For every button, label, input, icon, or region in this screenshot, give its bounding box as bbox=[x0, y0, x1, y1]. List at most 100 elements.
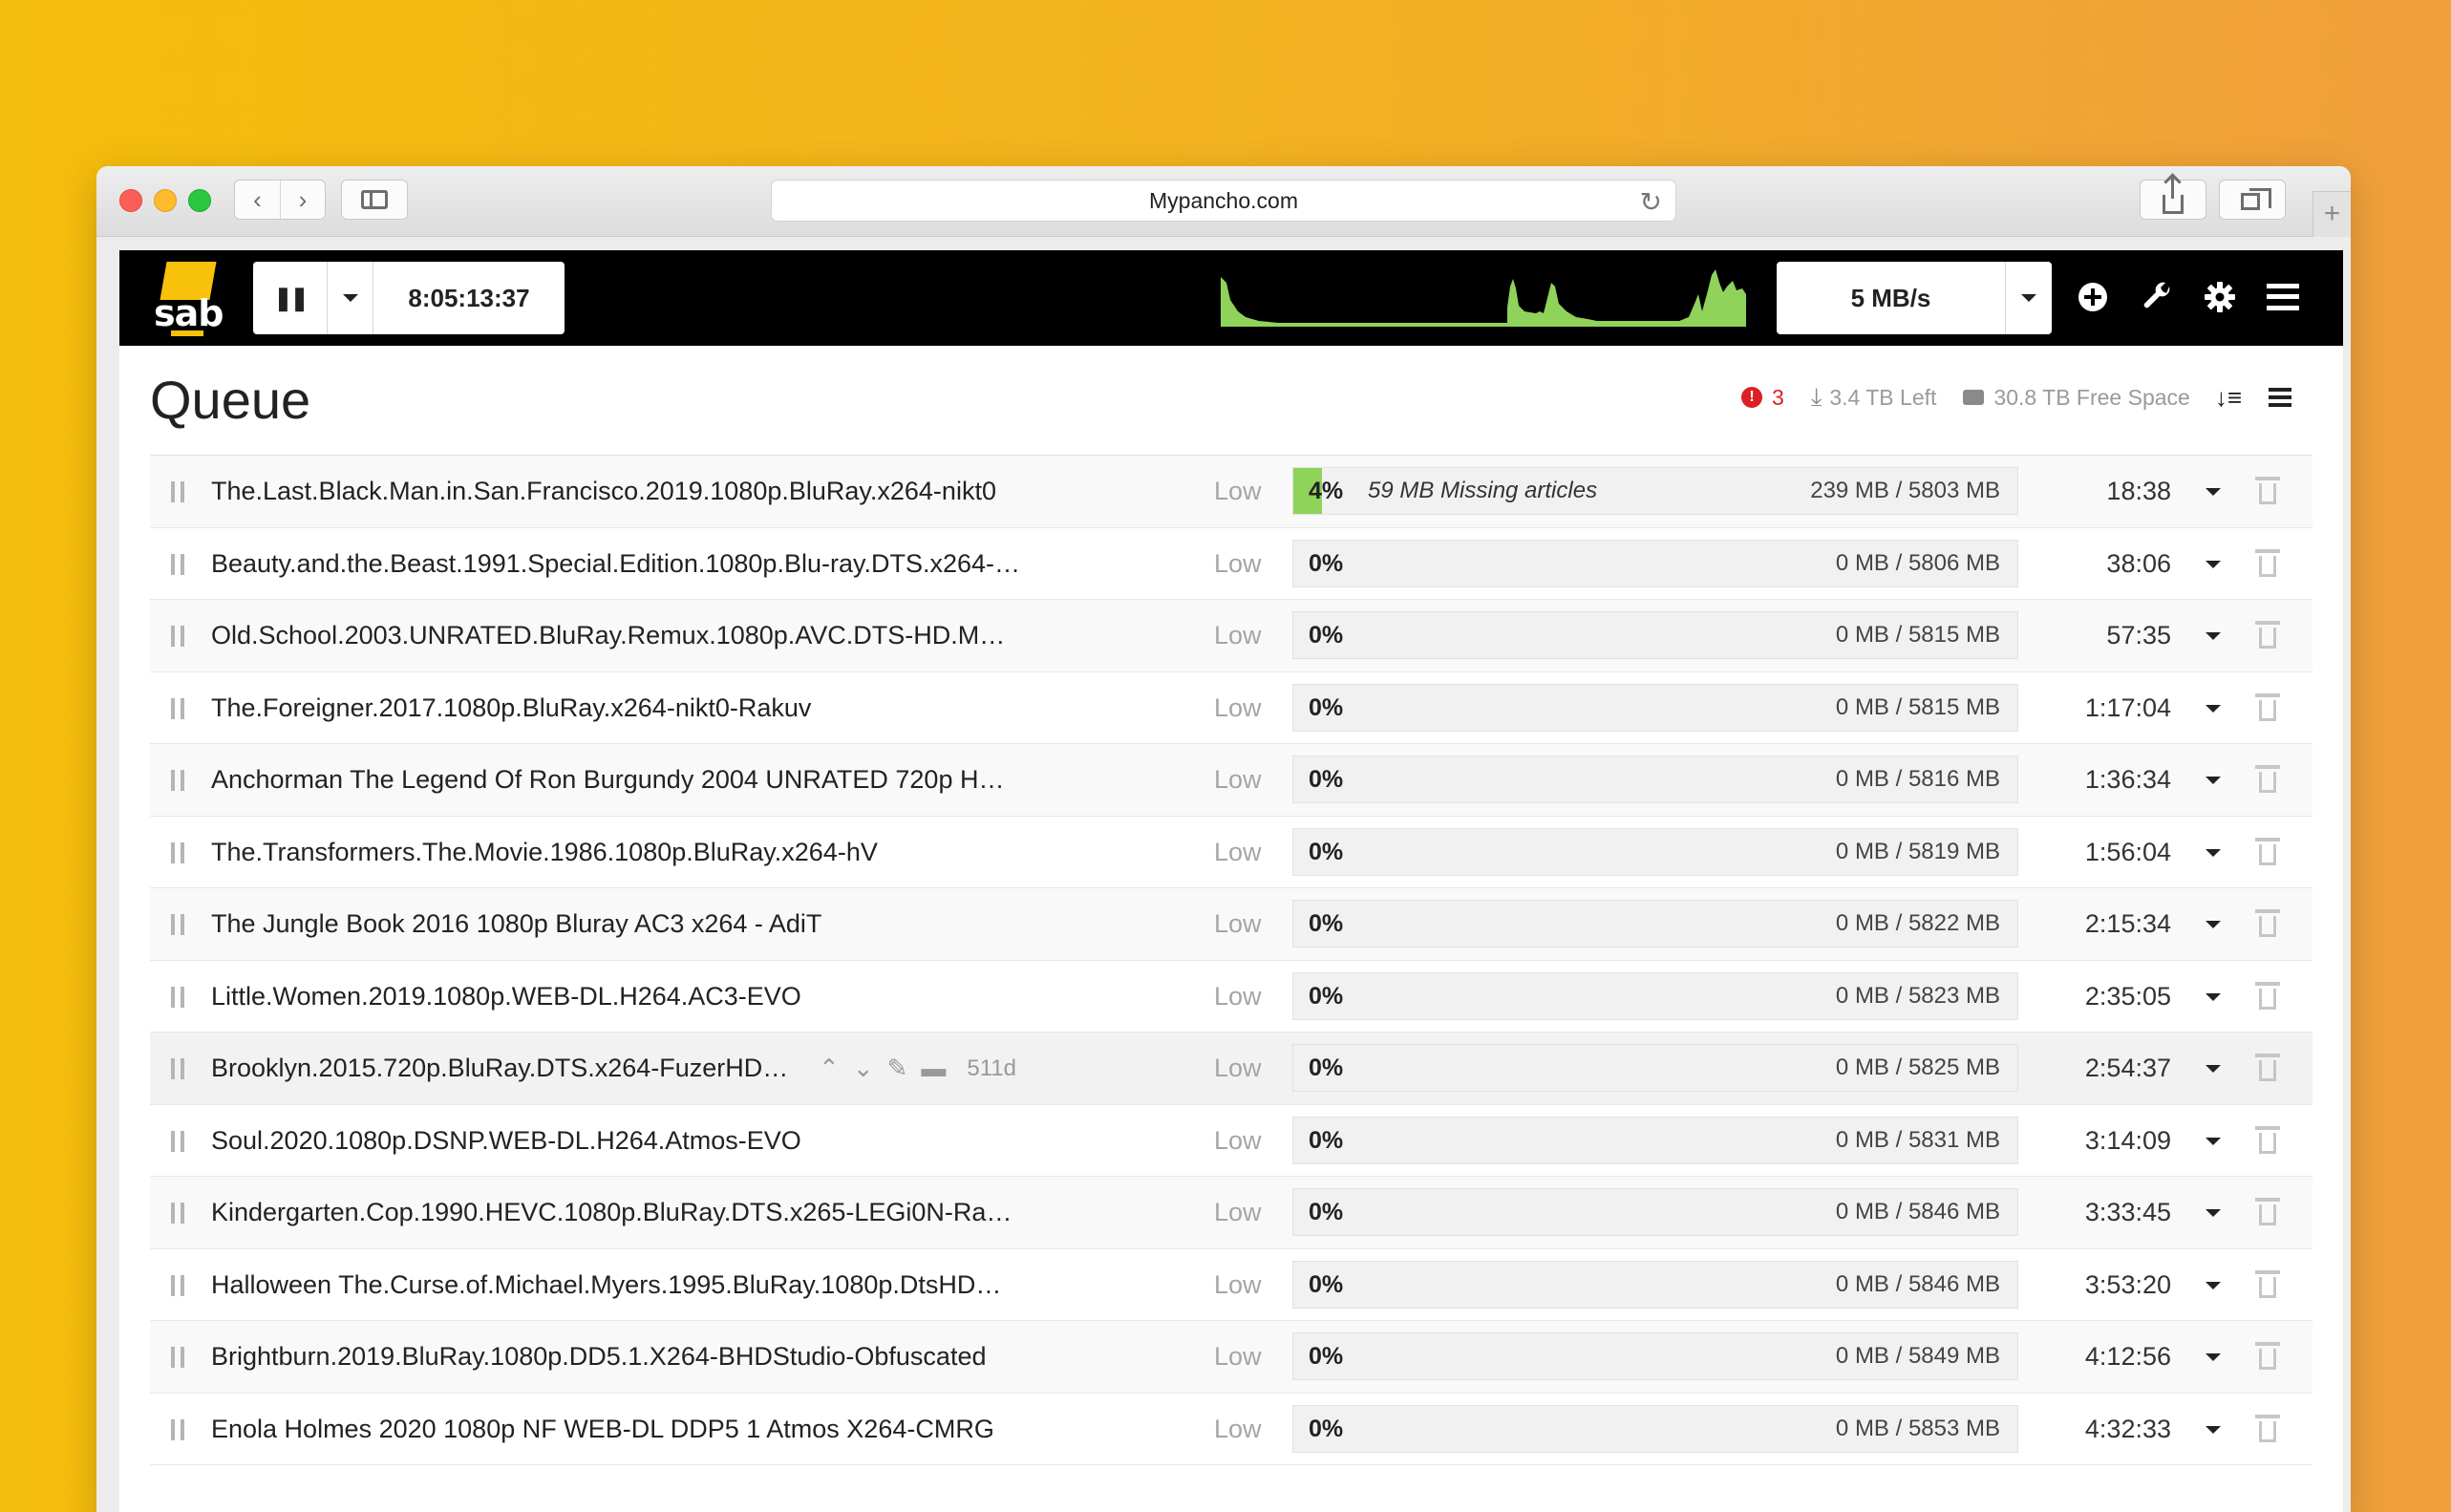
table-row[interactable]: Soul.2020.1080p.DSNP.WEB-DL.H264.Atmos-E… bbox=[150, 1104, 2312, 1177]
config-button[interactable] bbox=[2196, 273, 2244, 321]
drag-handle-icon[interactable] bbox=[171, 1418, 184, 1440]
job-name[interactable]: The Jungle Book 2016 1080p Bluray AC3 x2… bbox=[211, 888, 821, 960]
priority-label[interactable]: Low bbox=[1214, 888, 1262, 960]
priority-label[interactable]: Low bbox=[1214, 1105, 1262, 1177]
priority-label[interactable]: Low bbox=[1214, 1177, 1262, 1248]
drag-handle-icon[interactable] bbox=[171, 626, 184, 647]
trash-icon[interactable] bbox=[2255, 1198, 2280, 1225]
job-name[interactable]: Brightburn.2019.BluRay.1080p.DD5.1.X264-… bbox=[211, 1321, 986, 1393]
minimize-window-button[interactable] bbox=[154, 189, 177, 212]
status-button[interactable] bbox=[2133, 273, 2181, 321]
add-nzb-button[interactable] bbox=[2069, 273, 2117, 321]
table-row[interactable]: Old.School.2003.UNRATED.BluRay.Remux.108… bbox=[150, 600, 2312, 672]
drag-handle-icon[interactable] bbox=[171, 1347, 184, 1368]
trash-icon[interactable] bbox=[2255, 692, 2280, 721]
sort-icon[interactable]: ↓≡ bbox=[2215, 383, 2242, 413]
chevron-down-icon[interactable] bbox=[2206, 1065, 2221, 1073]
zoom-window-button[interactable] bbox=[188, 189, 211, 212]
priority-label[interactable]: Low bbox=[1214, 817, 1262, 888]
trash-icon[interactable] bbox=[2255, 1342, 2280, 1370]
drag-handle-icon[interactable] bbox=[171, 1130, 184, 1152]
warnings-indicator[interactable]: ! 3 bbox=[1741, 385, 1784, 411]
reload-icon[interactable]: ↻ bbox=[1640, 186, 1662, 218]
drag-handle-icon[interactable] bbox=[171, 553, 184, 575]
job-name[interactable]: Soul.2020.1080p.DSNP.WEB-DL.H264.Atmos-E… bbox=[211, 1105, 801, 1177]
priority-label[interactable]: Low bbox=[1214, 672, 1262, 744]
tab-overview-button[interactable] bbox=[2219, 180, 2286, 220]
chevron-down-icon[interactable] bbox=[2206, 1137, 2221, 1145]
priority-label[interactable]: Low bbox=[1214, 456, 1262, 527]
job-name[interactable]: Brooklyn.2015.720p.BluRay.DTS.x264-Fuzer… bbox=[211, 1033, 788, 1104]
chevron-down-icon[interactable] bbox=[2206, 704, 2221, 713]
table-row[interactable]: The Jungle Book 2016 1080p Bluray AC3 x2… bbox=[150, 888, 2312, 961]
priority-label[interactable]: Low bbox=[1214, 1394, 1262, 1465]
pause-duration-dropdown[interactable] bbox=[328, 262, 373, 334]
main-menu-button[interactable] bbox=[2259, 273, 2307, 321]
speed-limit-input[interactable]: 5 MB/s bbox=[1777, 262, 2006, 334]
chevron-down-icon[interactable] bbox=[2206, 632, 2221, 640]
job-name[interactable]: Kindergarten.Cop.1990.HEVC.1080p.BluRay.… bbox=[211, 1177, 1012, 1248]
job-name[interactable]: The.Last.Black.Man.in.San.Francisco.2019… bbox=[211, 456, 996, 527]
trash-icon[interactable] bbox=[2255, 477, 2280, 504]
job-name[interactable]: Beauty.and.the.Beast.1991.Special.Editio… bbox=[211, 528, 1020, 600]
table-row[interactable]: Halloween The.Curse.of.Michael.Myers.199… bbox=[150, 1248, 2312, 1321]
move-up-icon[interactable]: ⌃ bbox=[819, 1033, 840, 1104]
priority-label[interactable]: Low bbox=[1214, 1033, 1262, 1104]
edit-icon[interactable]: ✎ bbox=[887, 1033, 908, 1104]
new-tab-button[interactable]: + bbox=[2312, 191, 2351, 237]
trash-icon[interactable] bbox=[2255, 621, 2280, 649]
trash-icon[interactable] bbox=[2255, 909, 2280, 937]
speed-limit-dropdown[interactable] bbox=[2006, 262, 2052, 334]
priority-label[interactable]: Low bbox=[1214, 1249, 1262, 1321]
job-name[interactable]: The.Transformers.The.Movie.1986.1080p.Bl… bbox=[211, 817, 878, 888]
trash-icon[interactable] bbox=[2255, 837, 2280, 865]
drag-handle-icon[interactable] bbox=[171, 481, 184, 502]
chevron-down-icon[interactable] bbox=[2206, 992, 2221, 1001]
job-name[interactable]: Little.Women.2019.1080p.WEB-DL.H264.AC3-… bbox=[211, 961, 801, 1033]
trash-icon[interactable] bbox=[2255, 765, 2280, 793]
table-row[interactable]: The.Transformers.The.Movie.1986.1080p.Bl… bbox=[150, 816, 2312, 888]
chevron-down-icon[interactable] bbox=[2206, 777, 2221, 784]
chevron-down-icon[interactable] bbox=[2206, 1353, 2221, 1361]
chevron-down-icon[interactable] bbox=[2206, 1209, 2221, 1217]
share-button[interactable] bbox=[2140, 176, 2206, 220]
table-row[interactable]: The.Foreigner.2017.1080p.BluRay.x264-nik… bbox=[150, 671, 2312, 744]
chevron-down-icon[interactable] bbox=[2206, 488, 2221, 496]
chevron-down-icon[interactable] bbox=[2206, 1281, 2221, 1289]
job-name[interactable]: The.Foreigner.2017.1080p.BluRay.x264-nik… bbox=[211, 672, 811, 744]
job-name[interactable]: Anchorman The Legend Of Ron Burgundy 200… bbox=[211, 744, 1004, 816]
chevron-down-icon[interactable] bbox=[2206, 921, 2221, 928]
job-name[interactable]: Halloween The.Curse.of.Michael.Myers.199… bbox=[211, 1249, 1001, 1321]
chevron-down-icon[interactable] bbox=[2206, 560, 2221, 568]
table-row[interactable]: Anchorman The Legend Of Ron Burgundy 200… bbox=[150, 744, 2312, 817]
drag-handle-icon[interactable] bbox=[171, 914, 184, 935]
trash-icon[interactable] bbox=[2255, 548, 2280, 577]
job-name[interactable]: Enola Holmes 2020 1080p NF WEB-DL DDP5 1… bbox=[211, 1394, 994, 1465]
table-row[interactable]: Enola Holmes 2020 1080p NF WEB-DL DDP5 1… bbox=[150, 1393, 2312, 1465]
table-row[interactable]: Little.Women.2019.1080p.WEB-DL.H264.AC3-… bbox=[150, 960, 2312, 1033]
table-row[interactable]: Beauty.and.the.Beast.1991.Special.Editio… bbox=[150, 527, 2312, 600]
drag-handle-icon[interactable] bbox=[171, 697, 184, 719]
drag-handle-icon[interactable] bbox=[171, 1058, 184, 1079]
chevron-down-icon[interactable] bbox=[2206, 848, 2221, 857]
sidebar-toggle-button[interactable] bbox=[341, 180, 408, 220]
pause-button[interactable]: ❚❚ bbox=[253, 262, 328, 334]
folder-icon[interactable]: ▬ bbox=[921, 1033, 946, 1104]
priority-label[interactable]: Low bbox=[1214, 744, 1262, 816]
sabnzbd-logo[interactable]: sab bbox=[154, 262, 224, 336]
drag-handle-icon[interactable] bbox=[171, 1274, 184, 1296]
table-row[interactable]: Kindergarten.Cop.1990.HEVC.1080p.BluRay.… bbox=[150, 1177, 2312, 1249]
close-window-button[interactable] bbox=[119, 189, 142, 212]
table-row[interactable]: Brooklyn.2015.720p.BluRay.DTS.x264-Fuzer… bbox=[150, 1033, 2312, 1105]
drag-handle-icon[interactable] bbox=[171, 770, 184, 791]
drag-handle-icon[interactable] bbox=[171, 986, 184, 1008]
drag-handle-icon[interactable] bbox=[171, 841, 184, 863]
chevron-down-icon[interactable] bbox=[2206, 1425, 2221, 1434]
trash-icon[interactable] bbox=[2255, 1414, 2280, 1442]
move-down-icon[interactable]: ⌄ bbox=[853, 1033, 874, 1104]
trash-icon[interactable] bbox=[2255, 981, 2280, 1010]
table-row[interactable]: The.Last.Black.Man.in.San.Francisco.2019… bbox=[150, 456, 2312, 528]
drag-handle-icon[interactable] bbox=[171, 1203, 184, 1224]
trash-icon[interactable] bbox=[2255, 1269, 2280, 1298]
back-button[interactable]: ‹ bbox=[235, 181, 280, 219]
